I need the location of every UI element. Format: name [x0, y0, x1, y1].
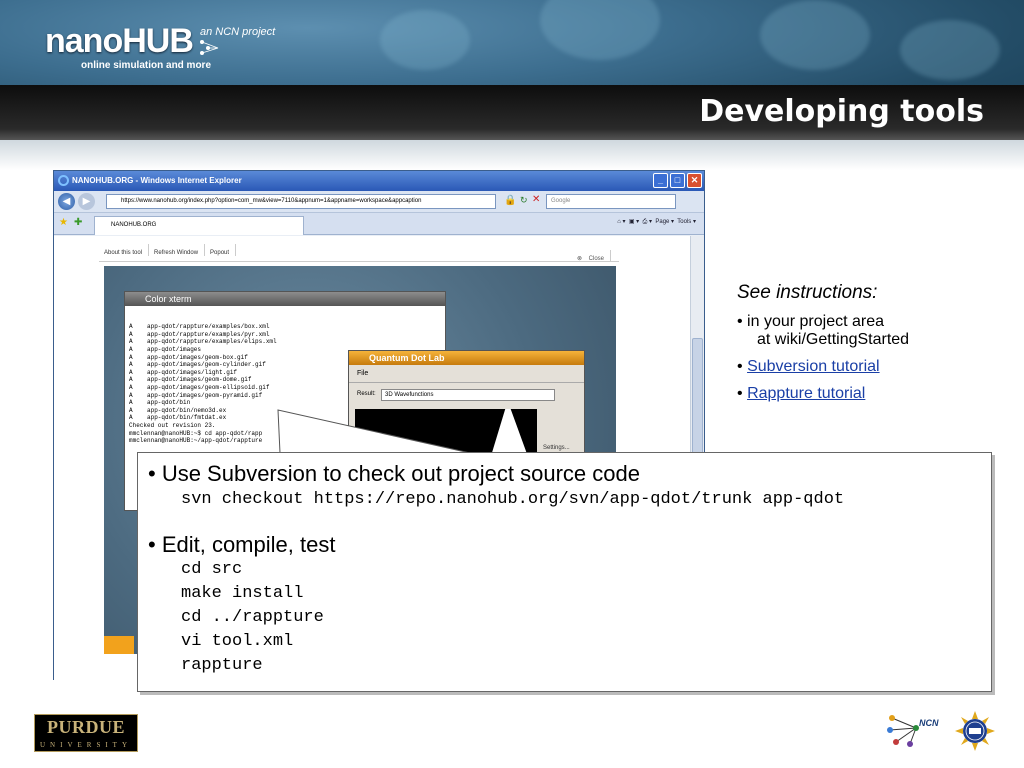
lock-icon[interactable]: 🔒: [504, 195, 516, 206]
subversion-tutorial-link[interactable]: Subversion tutorial: [747, 358, 880, 375]
refresh-icon[interactable]: ↻: [520, 195, 528, 206]
nsf-seal-icon: [955, 711, 995, 751]
instructions: See instructions: • in your project area…: [737, 282, 997, 403]
print-icon[interactable]: ⎙ ▾: [643, 219, 652, 225]
forward-button[interactable]: ▶: [78, 193, 95, 210]
taskbar-strip: [104, 636, 134, 654]
project-area-item: • in your project area at wiki/GettingSt…: [737, 313, 910, 348]
xterm-title: Color xterm: [125, 292, 445, 306]
ncn-dots-icon: [200, 40, 219, 55]
qdl-title: Quantum Dot Lab: [349, 351, 584, 365]
result-row: Result: 3D Wavefunctions: [349, 383, 584, 401]
back-button[interactable]: ◀: [58, 193, 75, 210]
minimize-button[interactable]: _: [653, 173, 668, 188]
home-icon[interactable]: ⌂ ▾: [617, 219, 625, 225]
feeds-icon[interactable]: ▣ ▾: [629, 219, 639, 225]
settings-link[interactable]: Settings...: [543, 445, 570, 451]
page-menu[interactable]: Page: [655, 219, 669, 225]
bullet-subversion: • Use Subversion to check out project so…: [148, 461, 640, 486]
instructions-heading: See instructions:: [737, 282, 878, 303]
close-link[interactable]: ⊗ Close: [577, 250, 611, 262]
add-favorite-icon[interactable]: ✚: [74, 217, 82, 228]
svn-command: svn checkout https://repo.nanohub.org/sv…: [181, 490, 845, 509]
tab-row: ★ ✚ NANOHUB.ORG ⌂ ▾ ▣ ▾ ⎙ ▾ Page ▾ Tools…: [54, 213, 704, 235]
callout-box: • Use Subversion to check out project so…: [137, 452, 992, 692]
file-menu[interactable]: File: [349, 365, 584, 383]
bullet-edit: • Edit, compile, test: [148, 532, 336, 557]
tools-menu[interactable]: Tools: [677, 219, 691, 225]
close-window-button[interactable]: ✕: [687, 173, 702, 188]
refresh-window-link[interactable]: Refresh Window: [149, 244, 206, 256]
command-bar: ⌂ ▾ ▣ ▾ ⎙ ▾ Page ▾ Tools ▾: [617, 219, 696, 225]
maximize-button[interactable]: □: [670, 173, 685, 188]
slide-title: Developing tools: [699, 94, 984, 129]
rappture-tutorial-link[interactable]: Rappture tutorial: [747, 385, 865, 402]
favorites-star-icon[interactable]: ★: [59, 217, 68, 228]
tab-nanohub[interactable]: NANOHUB.ORG: [94, 216, 304, 235]
stop-icon[interactable]: ✕: [532, 194, 540, 205]
popout-link[interactable]: Popout: [205, 244, 237, 256]
purdue-logo: PURDUE UNIVERSITY: [34, 714, 138, 752]
address-bar-row: ◀ ▶ https://www.nanohub.org/index.php?op…: [54, 191, 704, 213]
cmd-line: cd src: [181, 560, 243, 579]
cmd-line: make install: [181, 584, 304, 603]
address-input[interactable]: https://www.nanohub.org/index.php?option…: [106, 194, 496, 209]
result-label: Result:: [357, 391, 376, 397]
rappture-item: • Rappture tutorial: [737, 385, 866, 402]
ncn-tagline: an NCN project: [200, 26, 276, 38]
about-tool-link[interactable]: About this tool: [99, 244, 150, 256]
result-select[interactable]: 3D Wavefunctions: [381, 389, 555, 401]
banner-fade: [0, 140, 1024, 170]
cmd-line: cd ../rappture: [181, 608, 324, 627]
browser-title: NANOHUB.ORG - Windows Internet Explorer: [72, 176, 242, 185]
ie-icon: [58, 175, 69, 186]
browser-titlebar: NANOHUB.ORG - Windows Internet Explorer …: [54, 171, 704, 191]
header-banner: nanoHUB online simulation and more an NC…: [0, 0, 1024, 140]
cmd-line: rappture: [181, 656, 263, 675]
subversion-item: • Subversion tutorial: [737, 358, 880, 375]
search-input[interactable]: Google: [546, 194, 676, 209]
tool-actions: About this tool Refresh Window Popout ⊗ Cl…: [99, 244, 619, 262]
cmd-line: vi tool.xml: [181, 632, 294, 651]
ncn-label: NCN: [919, 718, 939, 728]
